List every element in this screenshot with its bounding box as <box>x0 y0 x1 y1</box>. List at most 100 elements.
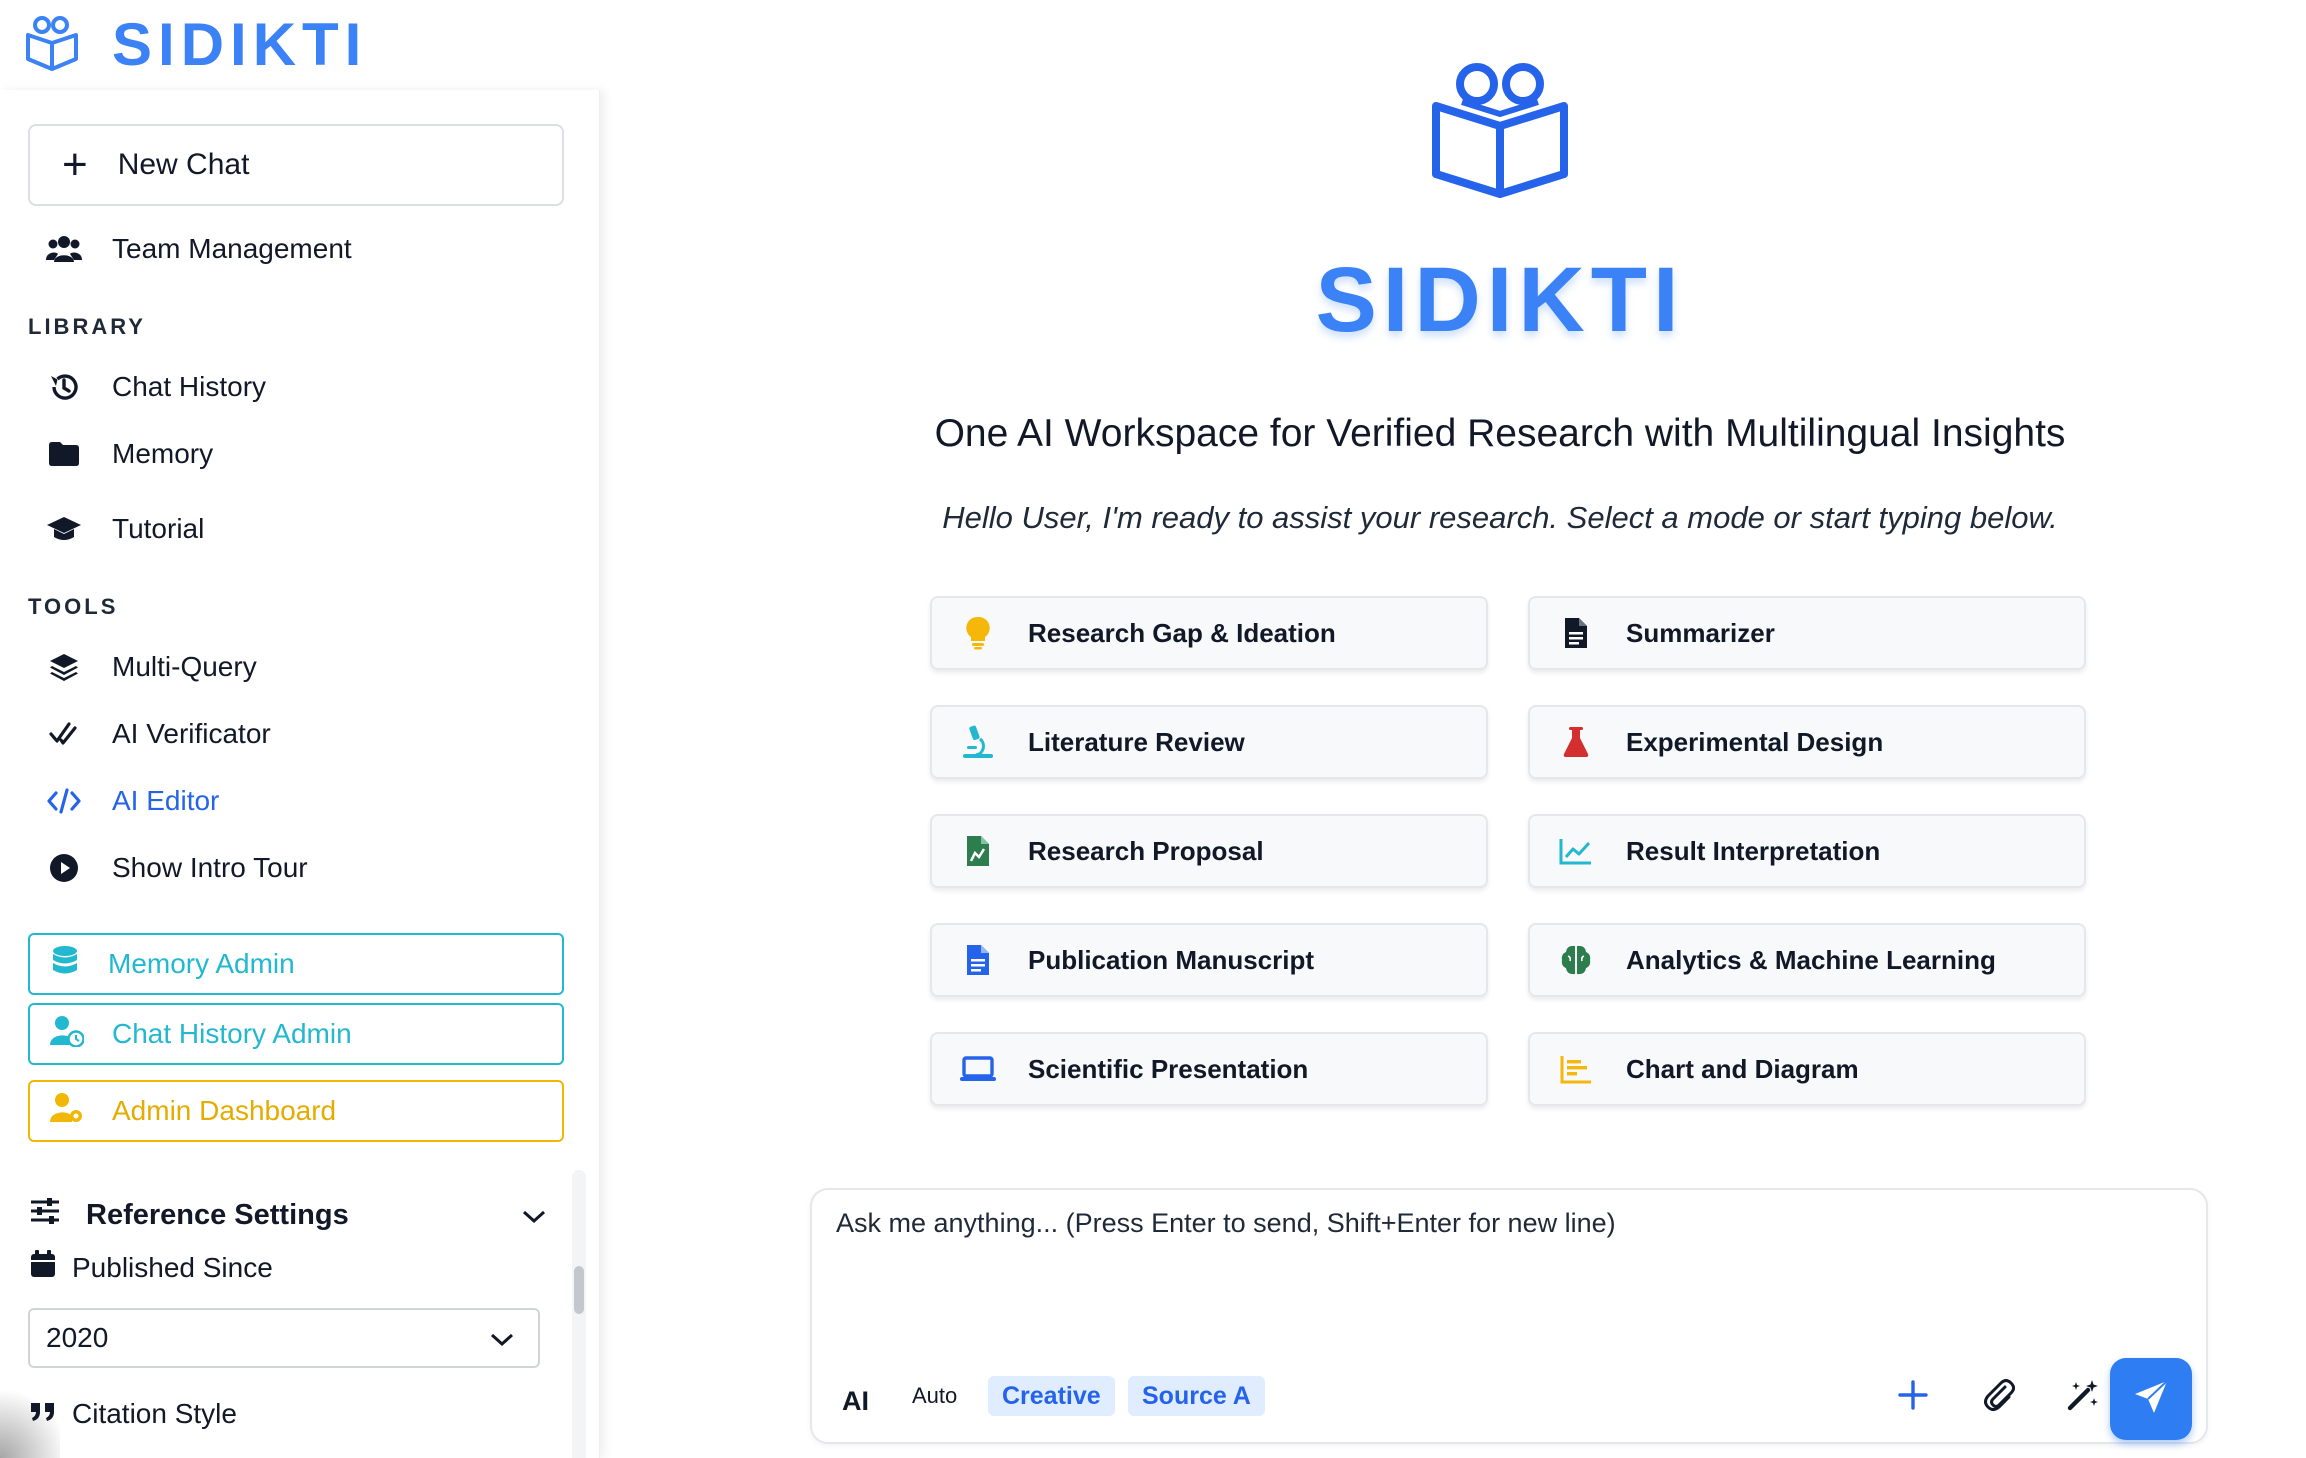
sliders-icon <box>30 1198 60 1232</box>
chevron-down-icon <box>522 1199 546 1232</box>
citation-style-text: Citation Style <box>72 1398 237 1429</box>
published-since-text: Published Since <box>72 1251 273 1283</box>
sidebar-item-chat-history[interactable]: Chat History <box>46 362 266 412</box>
chat-history-admin-label: Chat History Admin <box>112 1018 352 1049</box>
admin-dashboard-label: Admin Dashboard <box>112 1095 337 1126</box>
memory-admin-button[interactable]: Memory Admin <box>28 933 564 995</box>
mode-literature-review-button[interactable]: Literature Review <box>930 705 1488 779</box>
mode-publication-manuscript-button[interactable]: Publication Manuscript <box>930 923 1488 997</box>
laptop-icon <box>960 1051 996 1087</box>
magic-enhance-button[interactable] <box>2058 1372 2108 1422</box>
paperclip-icon <box>1983 1378 2015 1417</box>
play-circle-icon <box>46 850 82 886</box>
bar-chart-icon <box>1558 1051 1594 1087</box>
user-gear-icon <box>50 1092 84 1131</box>
team-management-label: Team Management <box>112 233 352 264</box>
folder-icon <box>46 436 82 472</box>
calendar-icon <box>30 1250 56 1285</box>
ai-editor-label: AI Editor <box>112 785 220 816</box>
database-icon <box>50 945 80 984</box>
plus-icon <box>1898 1379 1928 1415</box>
lightbulb-icon <box>960 615 996 651</box>
line-chart-icon <box>1558 833 1594 869</box>
add-button[interactable] <box>1888 1372 1938 1422</box>
ai-model-label: AI <box>842 1386 869 1416</box>
source-chip[interactable]: Source A <box>1128 1376 1265 1416</box>
sidebar-item-ai-verificator[interactable]: AI Verificator <box>46 709 271 759</box>
magic-wand-icon <box>2066 1378 2100 1417</box>
mode-label: Experimental Design <box>1626 726 1884 757</box>
mode-experimental-design-button[interactable]: Experimental Design <box>1528 705 2086 779</box>
show-intro-tour-label: Show Intro Tour <box>112 852 308 883</box>
reference-settings-toggle[interactable]: Reference Settings <box>30 1190 546 1240</box>
library-section-label: LIBRARY <box>28 314 146 339</box>
sidebar-scrollbar[interactable] <box>572 1170 586 1458</box>
app-root: SIDIKTI + New Chat Team Management LIBRA… <box>0 0 2306 1458</box>
published-since-label: Published Since <box>30 1250 273 1285</box>
ai-verificator-label: AI Verificator <box>112 718 271 749</box>
users-icon <box>46 231 82 267</box>
mode-label: Result Interpretation <box>1626 835 1881 866</box>
attach-button[interactable] <box>1974 1372 2024 1422</box>
sidebar-item-tutorial[interactable]: Tutorial <box>46 504 204 554</box>
plus-icon: + <box>62 140 88 189</box>
scroll-thumb[interactable] <box>574 1266 584 1314</box>
mode-summarizer-button[interactable]: Summarizer <box>1528 596 2086 670</box>
new-chat-button[interactable]: + New Chat <box>28 124 564 206</box>
brand-header[interactable]: SIDIKTI <box>22 14 367 76</box>
mode-label: Summarizer <box>1626 617 1775 648</box>
graduation-cap-icon <box>46 511 82 547</box>
citation-style-label: Citation Style <box>30 1398 237 1430</box>
document-icon <box>1558 615 1594 651</box>
memory-admin-label: Memory Admin <box>108 948 295 979</box>
mode-research-proposal-button[interactable]: Research Proposal <box>930 814 1488 888</box>
team-management-link[interactable]: Team Management <box>46 224 352 274</box>
reference-settings-title: Reference Settings <box>86 1198 349 1231</box>
brand-name: SIDIKTI <box>112 11 368 78</box>
mode-label: Scientific Presentation <box>1028 1053 1309 1084</box>
mode-label: Literature Review <box>1028 726 1245 757</box>
hero-box-logo-icon <box>1422 62 1578 203</box>
sidebar: + New Chat Team Management LIBRARY Chat … <box>0 90 600 1458</box>
sidebar-item-memory[interactable]: Memory <box>46 429 213 479</box>
layers-icon <box>46 649 82 685</box>
brain-icon <box>1558 942 1594 978</box>
mode-scientific-presentation-button[interactable]: Scientific Presentation <box>930 1032 1488 1106</box>
sidebar-item-multi-query[interactable]: Multi-Query <box>46 642 257 692</box>
mode-label: Chart and Diagram <box>1626 1053 1859 1084</box>
send-button[interactable] <box>2110 1358 2192 1440</box>
microscope-icon <box>960 724 996 760</box>
user-clock-icon <box>50 1015 85 1054</box>
memory-label: Memory <box>112 438 214 469</box>
file-text-icon <box>960 942 996 978</box>
hero-title: SIDIKTI <box>1315 249 1685 351</box>
mode-chart-diagram-button[interactable]: Chart and Diagram <box>1528 1032 2086 1106</box>
tagline: One AI Workspace for Verified Research w… <box>934 412 2066 455</box>
chevron-down-icon <box>490 1322 514 1354</box>
mode-research-gap-button[interactable]: Research Gap & Ideation <box>930 596 1488 670</box>
new-chat-label: New Chat <box>117 148 250 181</box>
mode-result-interpretation-button[interactable]: Result Interpretation <box>1528 814 2086 888</box>
mode-label: Research Gap & Ideation <box>1028 617 1336 648</box>
file-chart-icon <box>960 833 996 869</box>
chat-message-input[interactable] <box>836 1208 2176 1338</box>
greeting: Hello User, I'm ready to assist your res… <box>942 500 2058 535</box>
box-logo-icon <box>22 15 82 76</box>
mode-analytics-ml-button[interactable]: Analytics & Machine Learning <box>1528 923 2086 997</box>
mode-label: Analytics & Machine Learning <box>1626 944 1996 975</box>
sidebar-item-show-intro-tour[interactable]: Show Intro Tour <box>46 843 308 893</box>
published-since-select[interactable]: 2020 <box>28 1308 540 1368</box>
published-since-value: 2020 <box>46 1322 109 1353</box>
creative-mode-chip[interactable]: Creative <box>988 1376 1115 1416</box>
double-check-icon <box>46 716 82 752</box>
sidebar-item-ai-editor[interactable]: AI Editor <box>46 776 219 826</box>
send-icon <box>2131 1377 2171 1422</box>
tools-section-label: TOOLS <box>28 594 119 619</box>
chat-history-admin-button[interactable]: Chat History Admin <box>28 1003 564 1065</box>
chat-history-label: Chat History <box>112 371 267 402</box>
chat-input-box: AI Auto Creative Source A <box>810 1188 2208 1444</box>
admin-dashboard-button[interactable]: Admin Dashboard <box>28 1080 564 1142</box>
corner-shadow <box>0 1380 60 1458</box>
history-icon <box>46 369 82 405</box>
auto-mode-chip[interactable]: Auto <box>898 1376 971 1416</box>
